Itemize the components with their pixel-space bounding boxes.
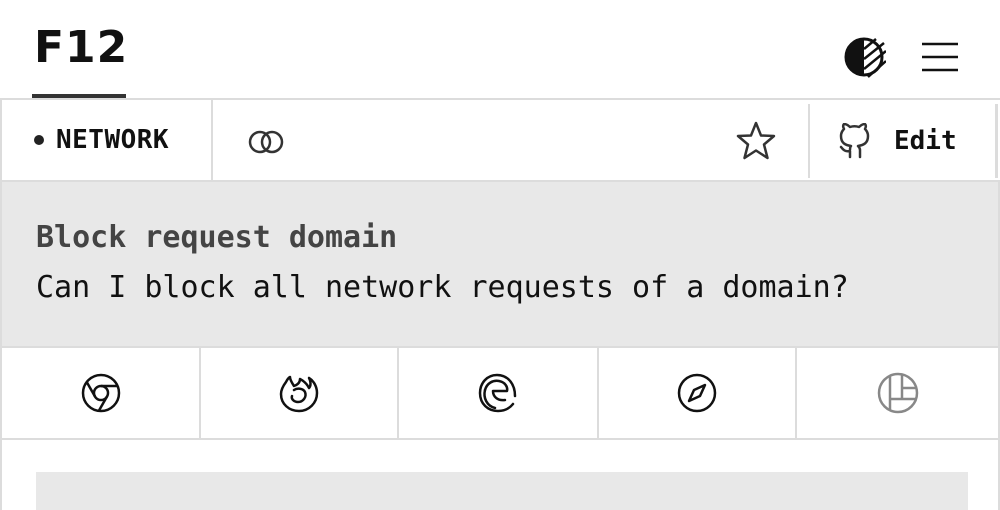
category-label: NETWORK (56, 125, 170, 155)
star-icon (736, 121, 776, 160)
tab-polypane[interactable] (797, 348, 1000, 438)
menu-button[interactable] (920, 40, 960, 74)
chrome-icon (81, 373, 120, 413)
answer-content (0, 440, 1000, 510)
edge-icon (478, 373, 517, 413)
tab-edge[interactable] (399, 348, 599, 438)
hamburger-menu-icon (922, 42, 958, 72)
safari-icon (677, 373, 717, 413)
edit-on-github-button[interactable]: Edit (808, 104, 998, 178)
browser-tabs (0, 346, 1000, 440)
contrast-theme-icon (844, 37, 886, 78)
question-title: Block request domain (36, 220, 398, 255)
favorite-button[interactable] (735, 120, 777, 162)
question-panel: Block request domain Can I block all net… (0, 182, 1000, 348)
tab-chrome[interactable] (2, 348, 201, 438)
tab-safari[interactable] (599, 348, 797, 438)
category-tag-button[interactable]: NETWORK (2, 100, 213, 180)
edit-label: Edit (894, 126, 957, 156)
site-header: F12 (0, 0, 1000, 100)
link-icon (248, 130, 284, 154)
firefox-icon (279, 375, 319, 413)
tab-firefox[interactable] (201, 348, 399, 438)
category-dot (34, 135, 44, 145)
copy-link-button[interactable] (244, 122, 288, 162)
theme-toggle-button[interactable] (842, 35, 886, 79)
question-text: Can I block all network requests of a do… (36, 270, 849, 305)
site-logo[interactable]: F12 (34, 26, 128, 70)
code-block (36, 472, 968, 510)
github-icon (839, 123, 870, 159)
question-toolbar: NETWORK Edit (0, 98, 1000, 182)
polypane-icon (877, 372, 918, 414)
